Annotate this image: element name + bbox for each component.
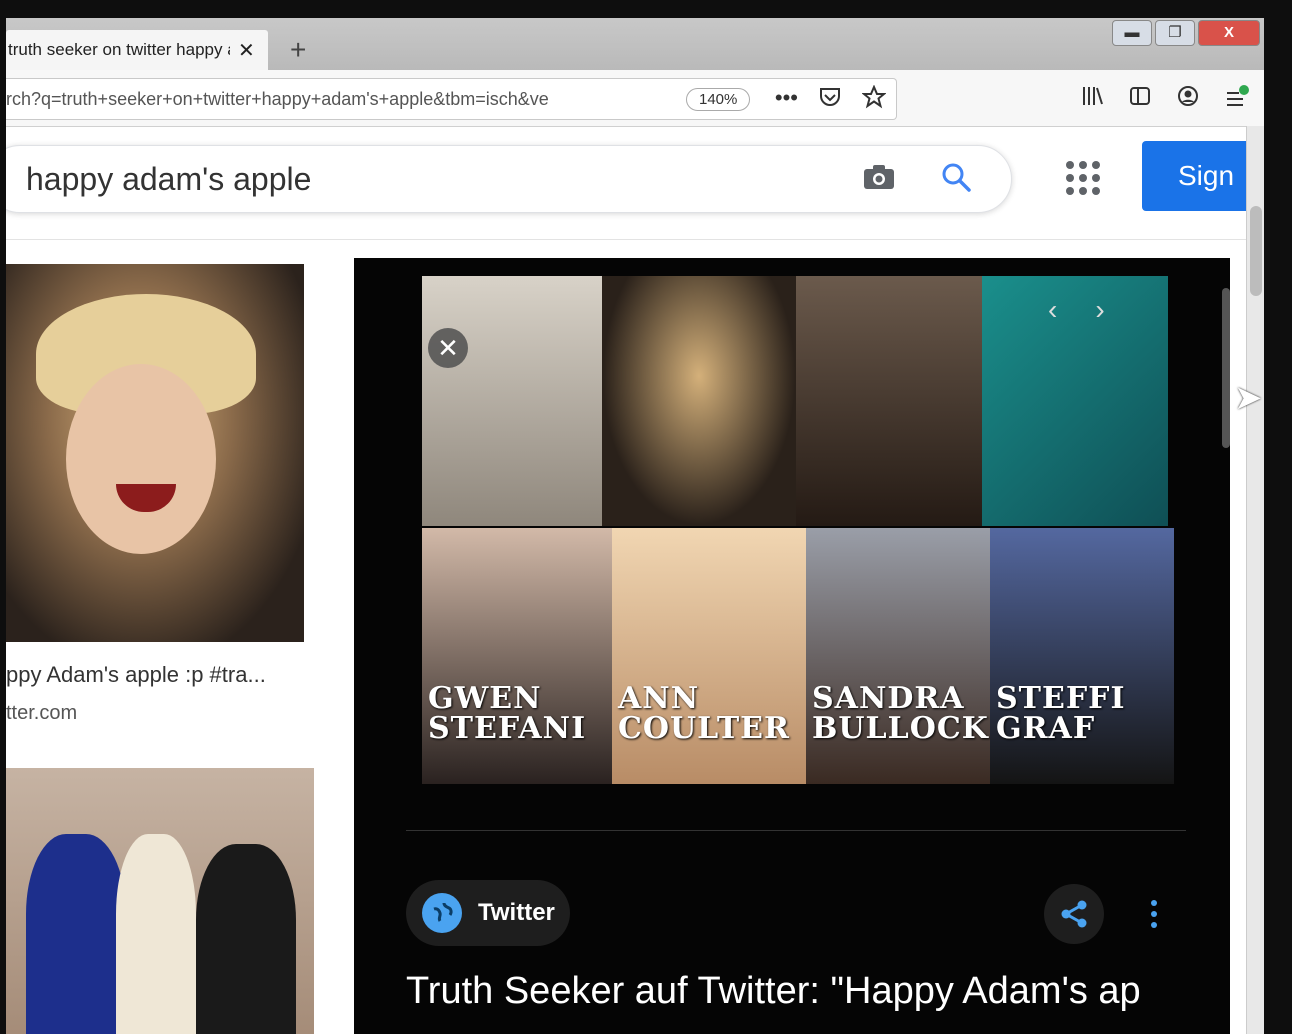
zoom-indicator[interactable]: 140% xyxy=(686,87,751,111)
preview-nav: ‹ › xyxy=(1048,294,1105,326)
apps-grid-icon[interactable] xyxy=(1066,161,1100,195)
image-results: ppy Adam's apple :p #tra... tter.com GWE… xyxy=(6,240,1264,1034)
minimize-button[interactable]: ▬ xyxy=(1112,20,1152,46)
account-icon[interactable] xyxy=(1176,84,1200,108)
monitor-bezel: truth seeker on twitter happy a ✕ + ▬ ❐ … xyxy=(0,0,1292,1034)
address-bar[interactable]: rch?q=truth+seeker+on+twitter+happy+adam… xyxy=(6,78,897,120)
collage-photo-sandra-bullock: SANDRA BULLOCK xyxy=(806,528,990,784)
close-preview-icon[interactable]: ✕ xyxy=(428,328,468,368)
tab-bar: truth seeker on twitter happy a ✕ + ▬ ❐ … xyxy=(6,18,1264,70)
tab-close-icon[interactable]: ✕ xyxy=(238,38,255,63)
library-icon[interactable] xyxy=(1080,84,1104,108)
globe-icon xyxy=(422,893,462,933)
preview-title[interactable]: Truth Seeker auf Twitter: "Happy Adam's … xyxy=(406,970,1141,1013)
share-icon[interactable] xyxy=(1044,884,1104,944)
toolbar-icons xyxy=(1080,84,1250,110)
divider xyxy=(406,830,1186,831)
collage-photo-steffi-graf: STEFFI GRAF xyxy=(990,528,1174,784)
thumbnail-person xyxy=(116,834,196,1034)
navigation-toolbar: rch?q=truth+seeker+on+twitter+happy+adam… xyxy=(6,70,1264,127)
thumbnail-face xyxy=(66,364,216,554)
pocket-icon[interactable] xyxy=(818,85,842,109)
collage-name: SANDRA BULLOCK xyxy=(812,681,989,746)
window-controls: ▬ ❐ X xyxy=(1112,20,1260,46)
collage-name: ANN COULTER xyxy=(618,681,790,746)
source-name: Twitter xyxy=(478,899,555,926)
collage-name: GWEN STEFANI xyxy=(428,681,587,746)
result-source[interactable]: tter.com xyxy=(6,702,77,725)
page-scrollbar[interactable] xyxy=(1246,126,1264,1034)
thumbnail-person xyxy=(26,834,126,1034)
more-vert-icon[interactable] xyxy=(1134,884,1174,944)
page-actions-menu-icon[interactable]: ••• xyxy=(775,85,798,111)
url-text[interactable]: rch?q=truth+seeker+on+twitter+happy+adam… xyxy=(6,89,652,110)
collage-name: STEFFI GRAF xyxy=(996,681,1126,746)
source-chip[interactable]: Twitter xyxy=(406,880,570,946)
chevron-left-icon[interactable]: ‹ xyxy=(1048,294,1057,326)
collage-image[interactable]: GWEN STEFANI ANN COULTER SANDRA BULLOCK STE… xyxy=(422,276,1174,784)
active-tab[interactable]: truth seeker on twitter happy a ✕ xyxy=(6,30,268,70)
sidebar-icon[interactable] xyxy=(1128,84,1152,108)
search-query[interactable]: happy adam's apple xyxy=(26,161,311,198)
result-thumbnail-2[interactable] xyxy=(6,768,314,1034)
chevron-right-icon[interactable]: › xyxy=(1095,294,1104,326)
browser-window: truth seeker on twitter happy a ✕ + ▬ ❐ … xyxy=(6,18,1264,1034)
bookmark-star-icon[interactable] xyxy=(862,85,886,109)
search-header: happy adam's apple Sign xyxy=(6,127,1264,240)
sign-in-button[interactable]: Sign xyxy=(1142,141,1252,211)
collage-photo-ann-coulter: ANN COULTER xyxy=(612,528,806,784)
camera-icon[interactable] xyxy=(862,163,896,191)
result-caption[interactable]: ppy Adam's apple :p #tra... xyxy=(6,662,266,688)
scrollbar-thumb[interactable] xyxy=(1250,206,1262,296)
tab-title: truth seeker on twitter happy a xyxy=(8,40,230,59)
search-icon[interactable] xyxy=(940,161,972,193)
collage-photo-gwen-stefani: GWEN STEFANI xyxy=(422,528,612,784)
result-thumbnail-1[interactable] xyxy=(6,264,304,642)
mouse-cursor-icon: ➤ xyxy=(1234,379,1263,417)
collage-photo xyxy=(796,276,982,526)
preview-scrollbar[interactable] xyxy=(1222,288,1230,448)
image-preview-panel: GWEN STEFANI ANN COULTER SANDRA BULLOCK STE… xyxy=(354,258,1230,1034)
collage-photo xyxy=(602,276,796,526)
collage-photo xyxy=(422,276,602,526)
maximize-button[interactable]: ❐ xyxy=(1155,20,1195,46)
thumbnail-person xyxy=(196,844,296,1034)
new-tab-button[interactable]: + xyxy=(290,34,306,66)
page-action-icons: ••• xyxy=(775,85,886,111)
menu-update-icon[interactable] xyxy=(1224,84,1250,110)
close-window-button[interactable]: X xyxy=(1198,20,1260,46)
